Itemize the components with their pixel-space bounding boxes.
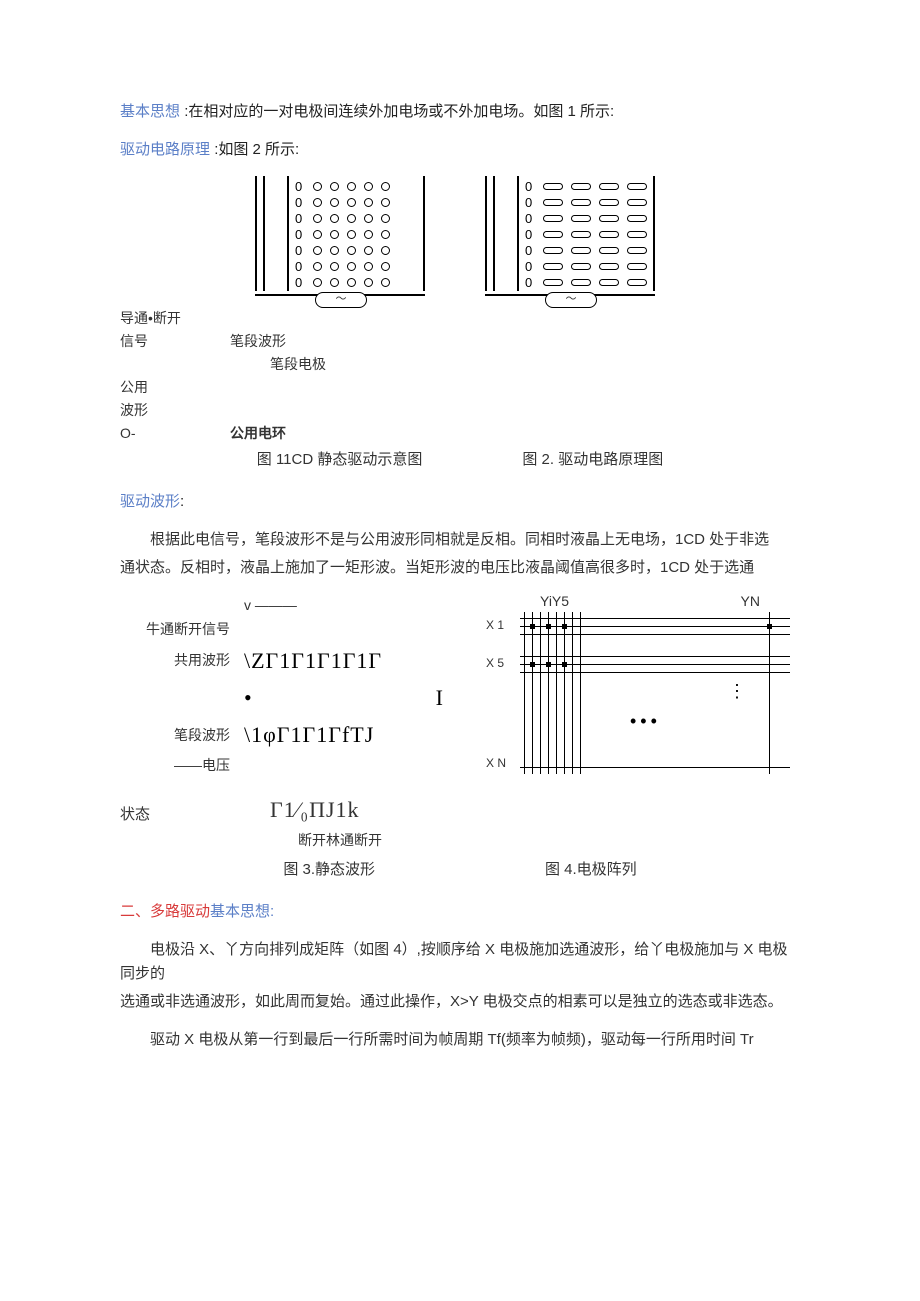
- text-drive-circuit: :如图 2 所示:: [214, 141, 299, 158]
- para-drive-circuit: 驱动电路原理 :如图 2 所示:: [120, 138, 800, 162]
- figures-3-4: v ——— 牛通断开信号 共用波形\ZΓ1Γ1Γ1Γ1Γ • I 笔段波形\1φΓ…: [120, 594, 800, 784]
- caption-fig2: 图 2. 驱动电路原理图: [522, 448, 663, 472]
- caption-fig1: 图 11CD 静态驱动示意图: [257, 448, 423, 472]
- fig34-captions: 图 3.静态波形 图 4.电极阵列: [120, 858, 800, 882]
- caption-fig4: 图 4.电极阵列: [545, 858, 637, 882]
- caption-fig3: 图 3.静态波形: [283, 858, 375, 882]
- sec2-colon: :: [270, 903, 274, 920]
- fig3-bottom-label: 断开林通断开: [0, 829, 800, 851]
- fig3-row1-label: 牛通断开信号: [120, 618, 244, 640]
- fig3-vtop: v ———: [244, 594, 297, 616]
- fig3-state-symbols: Γ1⁄₀ΠJ1k: [270, 792, 360, 827]
- page: 基本思想 :在相对应的一对电极间连续外加电场或不外加电场。如图 1 所示: 驱动…: [0, 0, 920, 1301]
- lbl-signal: 信号: [120, 331, 230, 352]
- lbl-o: O-: [120, 423, 230, 444]
- fig3-row2-label: 共用波形: [120, 649, 244, 671]
- label-basic-idea: 基本思想: [120, 103, 180, 120]
- fig4-x1: X 1: [486, 616, 504, 635]
- text-basic-idea: :在相对应的一对电极间连续外加电场或不外加电场。如图 1 所示:: [184, 103, 614, 120]
- figure-1: 〜 0 0 0 0 0 0 0 〜 0 0 0 0 0 0: [120, 176, 800, 306]
- para-drive-wave-head: 驱动波形:: [120, 490, 800, 514]
- fig1-panel-left: 〜 0 0 0 0 0 0 0: [255, 176, 435, 306]
- fig1-side-labels: 导通•断开 信号 笔段波形 笔段电极 公用 波形 O- 公用电环: [120, 308, 800, 444]
- fig3-row3-label: 笔段波形: [120, 724, 244, 746]
- fig3-row3-symbols: \1φΓ1Γ1ΓfTJ: [244, 717, 374, 752]
- para-sec2-b: 选通或非选通波形，如此周而复始。通过此操作，X>Y 电极交点的相素可以是独立的选…: [120, 990, 800, 1014]
- para-sec2-c: 驱动 X 电极从第一行到最后一行所需时间为帧周期 Tf(频率为帧频)，驱动每一行…: [120, 1028, 800, 1052]
- lbl-segment-electrode: 笔段电极: [230, 354, 800, 375]
- fig4-y1: YiY5: [540, 590, 569, 612]
- section-2-heading: 二、多路驱动基本思想:: [120, 900, 800, 924]
- lbl-common-ring: 公用电环: [230, 423, 800, 444]
- fig12-captions: 图 11CD 静态驱动示意图 图 2. 驱动电路原理图: [120, 448, 800, 472]
- fig3-row2-symbols: \ZΓ1Γ1Γ1Γ1Γ: [244, 643, 382, 678]
- figure-3: v ——— 牛通断开信号 共用波形\ZΓ1Γ1Γ1Γ1Γ • I 笔段波形\1φΓ…: [120, 594, 470, 784]
- lbl-conduct-break: 导通•断开: [120, 308, 230, 329]
- lbl-common: 公用: [120, 377, 230, 398]
- sec2-prefix: 二、多路驱动: [120, 903, 210, 920]
- fig3-state-label: 状态: [120, 803, 150, 827]
- lbl-waveform: 波形: [120, 400, 230, 421]
- fig3-state-line: 状态 Γ1⁄₀ΠJ1k: [120, 792, 800, 827]
- para-sec2-a: 电极沿 X、丫方向排列成矩阵（如图 4）,按顺序给 X 电极施加选通波形，给丫电…: [120, 938, 800, 986]
- ac-source-icon: 〜: [545, 292, 597, 308]
- fig3-bullet: •: [244, 680, 253, 715]
- para-body-1b: 通状态。反相时，液晶上施加了一矩形波。当矩形波的电压比液晶阈值高很多时，1CD …: [120, 556, 800, 580]
- fig4-xn: X N: [486, 754, 506, 773]
- para-body-1a: 根据此电信号，笔段波形不是与公用波形同相就是反相。同相时液晶上无电场，1CD 处…: [120, 528, 800, 552]
- fig3-row4-label: ——电压: [120, 754, 244, 776]
- ac-source-icon: 〜: [315, 292, 367, 308]
- fig4-yn: YN: [741, 590, 760, 612]
- fig1-panel-right: 〜 0 0 0 0 0 0 0: [485, 176, 665, 306]
- label-drive-wave: 驱动波形: [120, 493, 180, 510]
- fig4-x5: X 5: [486, 654, 504, 673]
- fig3-i: I: [436, 680, 444, 715]
- sec2-label: 基本思想: [210, 903, 270, 920]
- para-basic-idea: 基本思想 :在相对应的一对电极间连续外加电场或不外加电场。如图 1 所示:: [120, 100, 800, 124]
- label-drive-circuit: 驱动电路原理: [120, 141, 210, 158]
- figure-4: YiY5 YN X 1 X 5 X N: [480, 594, 790, 784]
- lbl-segment-wave: 笔段波形: [230, 331, 800, 352]
